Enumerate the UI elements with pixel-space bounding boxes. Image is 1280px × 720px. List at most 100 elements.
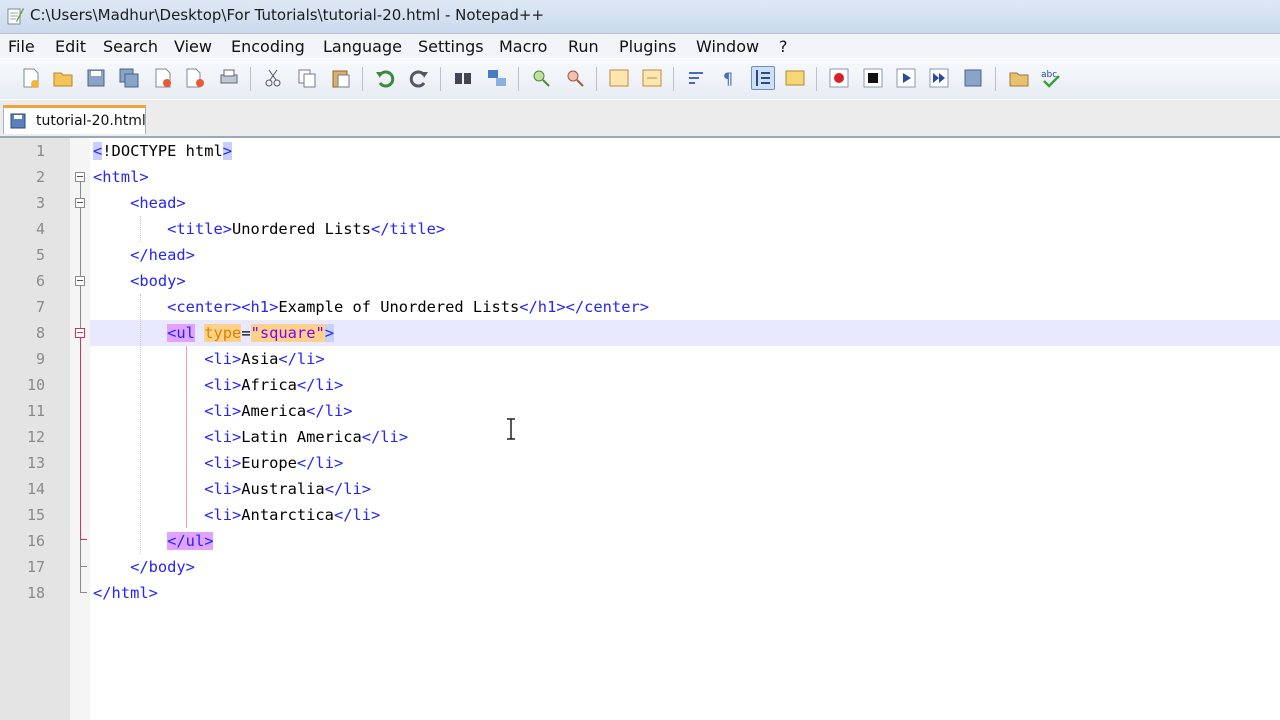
code-token-tag: </head> xyxy=(130,246,195,264)
doc-map-icon[interactable] xyxy=(784,67,806,89)
menu-plugins[interactable]: Plugins xyxy=(619,37,676,56)
line-number: 14 xyxy=(26,480,45,498)
menu-window[interactable]: Window xyxy=(696,37,759,56)
code-line: <li>Latin America</li> xyxy=(93,424,408,450)
stop-recording-icon[interactable] xyxy=(862,67,884,89)
redo-icon[interactable] xyxy=(408,67,430,89)
undo-icon[interactable] xyxy=(374,67,396,89)
open-file-icon[interactable] xyxy=(52,67,74,89)
fold-toggle-head[interactable] xyxy=(75,198,85,208)
menu-search[interactable]: Search xyxy=(103,37,158,56)
toolbar-separator xyxy=(518,67,519,91)
show-all-characters-icon[interactable]: ¶ xyxy=(718,67,740,89)
code-token-tag: </li> xyxy=(306,402,353,420)
code-token-tag: <title> xyxy=(167,220,233,238)
code-token-txt: = xyxy=(241,324,251,342)
code-token-tag: </title> xyxy=(371,220,446,238)
menu-macro[interactable]: Macro xyxy=(499,37,547,56)
code-token-tag: <html> xyxy=(93,168,149,186)
code-token-tag: </html> xyxy=(93,584,158,602)
print-icon[interactable] xyxy=(218,67,240,89)
playback-macro-icon[interactable] xyxy=(895,67,917,89)
code-line: <title>Unordered Lists</title> xyxy=(93,216,445,242)
menu-encoding[interactable]: Encoding xyxy=(231,37,305,56)
code-line: </html> xyxy=(93,580,158,606)
code-token-tag: <li> xyxy=(204,350,242,368)
zoom-in-icon[interactable] xyxy=(530,67,552,89)
record-macro-icon[interactable] xyxy=(828,67,850,89)
sync-horizontal-icon[interactable] xyxy=(641,67,663,89)
toolbar-separator xyxy=(816,67,817,91)
tab-label: tutorial-20.html xyxy=(36,113,146,129)
line-number: 4 xyxy=(35,220,45,238)
code-token-tag: </ul> xyxy=(167,532,214,550)
fold-toggle-body[interactable] xyxy=(75,276,85,286)
code-token-tag: </body> xyxy=(130,558,195,576)
code-token-str: "square" xyxy=(250,324,325,342)
word-wrap-icon[interactable] xyxy=(686,67,708,89)
menu-run[interactable]: Run xyxy=(568,37,599,56)
menu-view[interactable]: View xyxy=(174,37,212,56)
toolbar-separator xyxy=(440,67,441,91)
fold-toggle-html[interactable] xyxy=(75,172,85,182)
tab-tutorial-20[interactable]: tutorial-20.html xyxy=(3,105,146,134)
notepad-plus-plus-icon xyxy=(7,8,24,25)
replace-icon[interactable] xyxy=(486,67,508,89)
code-token-txt: America xyxy=(241,402,307,420)
line-number: 18 xyxy=(26,584,45,602)
code-token-tag: <head> xyxy=(130,194,186,212)
code-token-tag: </li> xyxy=(324,480,372,498)
title-bar: C:\Users\Madhur\Desktop\For Tutorials\tu… xyxy=(0,0,1280,34)
close-all-icon[interactable] xyxy=(184,67,206,89)
save-all-icon[interactable] xyxy=(118,67,140,89)
svg-text:¶: ¶ xyxy=(723,69,733,88)
paste-icon[interactable] xyxy=(330,67,352,89)
menu-settings[interactable]: Settings xyxy=(418,37,484,56)
code-token-tag: </li> xyxy=(333,506,381,524)
save-macro-icon[interactable] xyxy=(962,67,984,89)
save-icon[interactable] xyxy=(85,67,107,89)
sync-vertical-icon[interactable] xyxy=(608,67,630,89)
menu-file[interactable]: File xyxy=(8,37,35,56)
spell-check-icon[interactable]: abc xyxy=(1040,67,1062,89)
menu-edit[interactable]: Edit xyxy=(55,37,86,56)
run-macro-multiple-icon[interactable] xyxy=(928,67,950,89)
folder-icon[interactable] xyxy=(1008,67,1030,89)
line-number: 9 xyxy=(35,350,45,368)
code-token-txt: Unordered Lists xyxy=(232,220,372,238)
code-token-tag: </li> xyxy=(296,454,344,472)
line-number: 11 xyxy=(26,402,45,420)
code-line: <center><h1>Example of Unordered Lists</… xyxy=(93,294,649,320)
zoom-out-icon[interactable] xyxy=(564,67,586,89)
code-token-tag: <li> xyxy=(204,506,242,524)
menu-language[interactable]: Language xyxy=(323,37,402,56)
indent-guide-icon[interactable] xyxy=(751,66,775,90)
code-token-txt: Example of Unordered Lists xyxy=(278,298,520,316)
fold-end-active xyxy=(80,539,87,540)
find-icon[interactable] xyxy=(452,67,474,89)
copy-icon[interactable] xyxy=(296,67,318,89)
menu-help[interactable]: ? xyxy=(779,37,788,56)
code-token-txt: !DOCTYPE html xyxy=(102,142,223,160)
code-token-tag: <li> xyxy=(204,402,242,420)
code-token-tag: <li> xyxy=(204,428,242,446)
line-number: 1 xyxy=(35,142,45,160)
code-token-txt: Latin America xyxy=(241,428,362,446)
code-token-tag: <li> xyxy=(204,376,242,394)
fold-toggle-ul[interactable] xyxy=(75,328,85,338)
editor[interactable]: 1 2 3 4 5 6 7 8 9 10 11 12 13 14 15 16 17 18 <!DOCTYPE ht… xyxy=(0,138,1280,720)
close-icon[interactable] xyxy=(152,67,174,89)
cut-icon[interactable] xyxy=(262,67,284,89)
toolbar-separator xyxy=(362,67,363,91)
new-file-icon[interactable] xyxy=(20,67,42,89)
code-token-tag: <li> xyxy=(204,480,242,498)
fold-line xyxy=(80,208,81,276)
code-line: <li>Africa</li> xyxy=(93,372,343,398)
